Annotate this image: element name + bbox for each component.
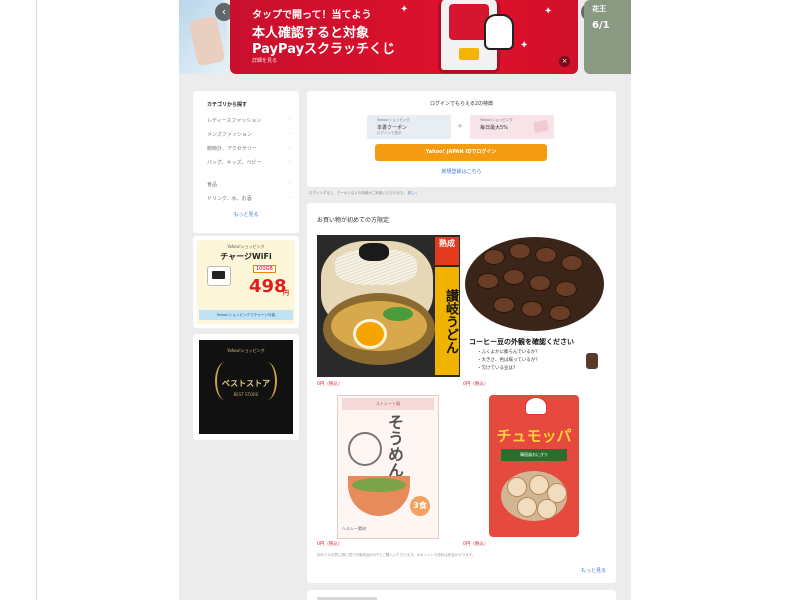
deals-description: 初めてのお買い物に限り対象商品が0円でご購入いただけます。※ポイントや送料は別途… bbox=[317, 553, 476, 557]
banner-carousel: ‹ ✦ ✦ ✦ タップで開って！当てよう 本人確認すると対象 PayPayスクラ… bbox=[179, 0, 631, 76]
product-card-chumon[interactable]: チュモッパ 韓国風おにぎり 0円（税込） bbox=[463, 395, 616, 549]
category-more-link[interactable]: もっと見る bbox=[193, 211, 299, 218]
category-item[interactable]: レディースファッション › bbox=[207, 117, 291, 124]
product-image: コーヒー豆の外観を確認ください ・ふくよかに膨らんでいるか？ ・大きさ、色は揃っ… bbox=[463, 235, 606, 377]
product-price: 0円（税込） bbox=[463, 542, 489, 547]
product-image-label: ストレート麺 bbox=[342, 398, 434, 410]
coupon-card: Yahoo!ショッピング 毎日最大5% bbox=[470, 115, 554, 139]
coupon-card: Yahoo!ショッピング 本書クーポン ログインで表示 bbox=[367, 115, 451, 139]
login-button[interactable]: Yahoo! JAPAN IDでログイン bbox=[375, 144, 547, 161]
sparkle-icon: ✦ bbox=[520, 40, 529, 51]
main-column: ‹ ✦ ✦ ✦ タップで開って！当てよう 本人確認すると対象 PayPayスクラ… bbox=[179, 0, 631, 600]
ad-plan-badge: 100GB bbox=[253, 265, 276, 273]
product-image: 熟成 讃岐うどん bbox=[317, 235, 460, 377]
product-price: 0円（税込） bbox=[317, 382, 343, 387]
first-purchase-deals: お買い物が初めての方限定 熟成 讃岐うどん 0円（税込） コーヒー豆の外観を確認… bbox=[307, 203, 616, 583]
banner-close-icon[interactable]: × bbox=[559, 56, 570, 67]
banner-line-1: タップで開って！当てよう bbox=[252, 10, 372, 21]
chevron-right-icon: › bbox=[289, 131, 291, 137]
product-card-somen[interactable]: ストレート麺 そうめん 3食 ヘルシー素材 0円（税込） bbox=[317, 395, 480, 549]
chevron-right-icon: › bbox=[289, 159, 291, 165]
cat-character-icon bbox=[525, 397, 547, 415]
ad-brand: Yahoo!ショッピング bbox=[227, 244, 265, 249]
chevron-right-icon: › bbox=[289, 195, 291, 201]
page-left-rule bbox=[36, 0, 37, 600]
product-price: 0円（税込） bbox=[317, 542, 343, 547]
hand-pointer-icon bbox=[484, 14, 514, 50]
category-menu: カテゴリから探す レディースファッション › メンズファッション › 腕時計、アクセ… bbox=[193, 91, 299, 233]
deals-more-link[interactable]: もっと見る bbox=[581, 567, 606, 574]
ad-product-name: チャージWiFi bbox=[220, 252, 272, 261]
next-banner-date: 6/1 bbox=[592, 20, 610, 31]
ad-store-title: ベストストア bbox=[221, 379, 271, 388]
category-item[interactable]: 食品 › bbox=[207, 181, 291, 188]
chevron-right-icon: › bbox=[289, 117, 291, 123]
category-item[interactable]: 腕時計、アクセサリー › bbox=[207, 145, 291, 152]
category-item[interactable]: バッグ、キッズ、ベビー › bbox=[207, 159, 291, 166]
banner-next-slide[interactable]: 花王 6/1 bbox=[584, 0, 631, 74]
signup-link[interactable]: 新規登録はこちら bbox=[307, 168, 616, 175]
product-card-coffee[interactable]: コーヒー豆の外観を確認ください ・ふくよかに膨らんでいるか？ ・大きさ、色は揃っ… bbox=[463, 235, 606, 387]
ad-store-brand: Yahoo!ショッピング bbox=[227, 348, 265, 353]
product-image-title: コーヒー豆の外観を確認ください bbox=[469, 338, 574, 346]
product-image: ストレート麺 そうめん 3食 ヘルシー素材 bbox=[337, 395, 439, 539]
product-badge: 3食 bbox=[410, 496, 430, 516]
banner-line-3: PayPayスクラッチくじ bbox=[252, 42, 396, 57]
sparkle-icon: ✦ bbox=[400, 4, 409, 15]
ad-price: 498 bbox=[249, 276, 287, 297]
chevron-right-icon: › bbox=[289, 181, 291, 187]
chevron-right-icon: › bbox=[289, 145, 291, 151]
ad-footer: Yahoo!ショッピングでチャージ可能 bbox=[199, 310, 293, 320]
ad-charge-wifi[interactable]: Yahoo!ショッピング チャージWiFi 100GB 498 円 Yahoo!… bbox=[193, 236, 299, 328]
note-detail-link[interactable]: 詳しく bbox=[408, 191, 419, 195]
product-image-title: そうめん bbox=[385, 414, 404, 478]
ad-best-store[interactable]: Yahoo!ショッピング ベストストア BEST STORE bbox=[193, 334, 299, 440]
login-benefits-title: ログインでもらえる2の特典 bbox=[429, 101, 494, 107]
login-benefits-panel: ログインでもらえる2の特典 Yahoo!ショッピング 本書クーポン ログインで表… bbox=[307, 91, 616, 187]
plus-icon: + bbox=[457, 122, 463, 130]
next-section-panel bbox=[307, 590, 616, 600]
login-note: ログインすると、クーポンなどの特典がご利用いただけます。 詳しく bbox=[309, 191, 419, 195]
ticket-icon bbox=[533, 119, 549, 134]
mascot-icon bbox=[586, 353, 598, 369]
category-menu-title: カテゴリから探す bbox=[207, 102, 248, 108]
product-image-title: 讃岐うどん bbox=[435, 267, 459, 375]
next-banner-title: 花王 bbox=[592, 5, 606, 13]
banner-paypay-scratch[interactable]: ✦ ✦ ✦ タップで開って！当てよう 本人確認すると対象 PayPayスクラッチ… bbox=[230, 0, 578, 74]
banner-detail-link[interactable]: 詳細を見る bbox=[252, 57, 277, 64]
product-card-udon[interactable]: 熟成 讃岐うどん 0円（税込） bbox=[317, 235, 460, 387]
sparkle-icon: ✦ bbox=[544, 6, 553, 17]
product-image-label: 熟成 bbox=[435, 237, 459, 265]
product-image-title: チュモッパ bbox=[496, 427, 572, 445]
category-item[interactable]: メンズファッション › bbox=[207, 131, 291, 138]
product-price: 0円（税込） bbox=[463, 382, 489, 387]
category-item[interactable]: ドリンク、水、お酒 › bbox=[207, 195, 291, 202]
product-image: チュモッパ 韓国風おにぎり bbox=[489, 395, 579, 537]
deals-title: お買い物が初めての方限定 bbox=[317, 217, 390, 224]
ad-price-unit: 円 bbox=[283, 290, 290, 297]
wifi-router-icon bbox=[207, 266, 231, 286]
ad-store-subtitle: BEST STORE bbox=[233, 392, 259, 397]
